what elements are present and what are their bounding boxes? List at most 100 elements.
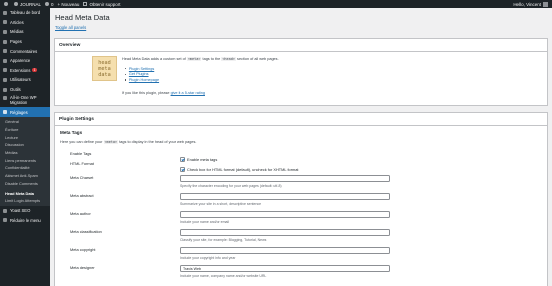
- submenu-item-permalinks[interactable]: Liens permanents: [0, 156, 50, 164]
- main-content: Head Meta Data Toggle all panels Overvie…: [50, 8, 552, 286]
- meta-charset-input[interactable]: [180, 175, 390, 182]
- sidebar-item-media[interactable]: Médias: [0, 27, 50, 37]
- wrench-icon: [3, 87, 7, 92]
- site-name: JOURNAL: [20, 1, 42, 7]
- sidebar-item-collapse[interactable]: Réduire le menu: [0, 215, 50, 225]
- list-item: Plugin Homepage: [125, 77, 159, 83]
- settings-panel-header[interactable]: Plugin Settings: [55, 113, 547, 126]
- setting-label: Meta abstract: [70, 193, 94, 198]
- account-menu[interactable]: Hello, Vincent: [513, 1, 548, 7]
- meta-designer-field: Travis Web Include your name, company na…: [180, 265, 390, 278]
- yoast-icon: [3, 208, 7, 213]
- plugin-homepage-link[interactable]: Plugin Homepage: [129, 78, 159, 82]
- settings-submenu: Général Écriture Lecture Discussion Médi…: [0, 116, 50, 206]
- submenu-item-media[interactable]: Médias: [0, 149, 50, 157]
- rating-text: If you like this plugin, please give it …: [122, 91, 205, 95]
- html-format-text: Check box for HTML format (default), unc…: [187, 167, 299, 173]
- desc-code-meta: <meta>: [186, 57, 202, 61]
- submenu-item-discussion[interactable]: Discussion: [0, 141, 50, 149]
- migration-icon: [3, 96, 7, 101]
- meta-author-input[interactable]: [180, 211, 390, 218]
- overview-panel-header[interactable]: Overview: [55, 39, 547, 52]
- extension-link[interactable]: Obtenir support: [83, 0, 120, 8]
- setting-label: HTML Format: [70, 161, 94, 166]
- desc-text: section of all web pages.: [237, 57, 279, 61]
- setting-label: Enable Tags: [70, 151, 92, 156]
- avatar: [543, 1, 548, 7]
- plugin-settings-panel: Plugin Settings Meta Tags Here you can d…: [54, 112, 548, 286]
- rating-link[interactable]: give it a 5-star rating: [171, 91, 205, 95]
- section-title: Meta Tags: [60, 130, 83, 135]
- setting-label: Meta copyright: [70, 247, 96, 252]
- desc-text: tags to the: [202, 57, 221, 61]
- sidebar-item-appearance[interactable]: Apparence: [0, 56, 50, 66]
- sidebar-item-plugins[interactable]: Extensions 1: [0, 66, 50, 76]
- meta-copyright-input[interactable]: [180, 247, 390, 254]
- submenu-item-head-meta-data[interactable]: Head Meta Data: [0, 189, 50, 197]
- section-desc-text: Here you can define your: [60, 140, 103, 144]
- settings-icon: [3, 110, 7, 115]
- sidebar-item-tools[interactable]: Outils: [0, 85, 50, 95]
- update-count-badge: 1: [32, 68, 37, 73]
- meta-designer-description: Include your name, company name and/or w…: [180, 274, 267, 278]
- extension-label: Obtenir support: [89, 1, 121, 7]
- html-format-checkbox[interactable]: [180, 167, 185, 173]
- users-icon: [3, 77, 7, 82]
- submenu-item-reading[interactable]: Lecture: [0, 133, 50, 141]
- get-plugins-link[interactable]: Get Plugins: [129, 72, 149, 76]
- site-name-link[interactable]: JOURNAL: [14, 0, 41, 8]
- section-description: Here you can define your <meta> tags to …: [60, 140, 196, 144]
- plugin-logo: head meta data: [92, 56, 117, 81]
- logo-line: data: [98, 72, 111, 78]
- sidebar-item-users[interactable]: Utilisateurs: [0, 75, 50, 85]
- overview-heading: Overview: [59, 42, 81, 48]
- section-desc-code: <meta>: [103, 140, 119, 144]
- comments-link[interactable]: 0: [45, 0, 54, 8]
- comments-count: 0: [51, 1, 54, 7]
- settings-heading: Plugin Settings: [59, 116, 94, 122]
- meta-abstract-input[interactable]: [180, 193, 390, 200]
- submenu-item-writing[interactable]: Écriture: [0, 126, 50, 134]
- brush-icon: [3, 58, 7, 63]
- section-desc-text: tags to display in the head of your web …: [119, 140, 197, 144]
- media-icon: [3, 29, 7, 34]
- meta-abstract-field: Summarize your site in a short, descript…: [180, 193, 390, 206]
- new-content-label: + Nouveau: [57, 1, 80, 7]
- sidebar-item-yoast[interactable]: Yoast SEO: [0, 206, 50, 216]
- wordpress-icon: [4, 2, 8, 6]
- meta-charset-description: Specify the character encoding for your …: [180, 184, 282, 188]
- meta-author-field: Include your name and/or email: [180, 211, 390, 224]
- list-item: Plugin Settings: [125, 66, 159, 72]
- meta-author-description: Include your name and/or email: [180, 220, 230, 224]
- meta-abstract-description: Summarize your site in a short, descript…: [180, 202, 262, 206]
- dashboard-icon: [3, 10, 7, 15]
- setting-label: Meta Charset: [70, 175, 94, 180]
- collapse-icon: [3, 218, 7, 223]
- sidebar-item-pages[interactable]: Pages: [0, 37, 50, 47]
- submenu-item-akismet[interactable]: Akismet Anti-Spam: [0, 172, 50, 180]
- submenu-item-privacy[interactable]: Confidentialité: [0, 164, 50, 172]
- setting-label: Meta designer: [70, 265, 95, 270]
- sidebar-item-settings[interactable]: Réglages: [0, 107, 50, 117]
- submenu-item-disable-comments[interactable]: Disable Comments: [0, 179, 50, 189]
- sidebar-item-posts[interactable]: Articles: [0, 18, 50, 28]
- meta-designer-input[interactable]: Travis Web: [180, 265, 390, 272]
- admin-bar: JOURNAL 0 + Nouveau Obtenir support Hell…: [0, 0, 552, 8]
- new-content-link[interactable]: + Nouveau: [58, 0, 80, 8]
- pin-icon: [3, 20, 7, 25]
- sidebar-item-dashboard[interactable]: Tableau de bord: [0, 8, 50, 18]
- submenu-item-general[interactable]: Général: [0, 118, 50, 126]
- wordpress-logo[interactable]: [4, 0, 10, 8]
- meta-classification-input[interactable]: [180, 229, 390, 236]
- overview-panel: Overview head meta data Head Meta Data a…: [54, 38, 548, 106]
- overview-description: Head Meta Data adds a custom set of <met…: [122, 57, 279, 61]
- toggle-panels-link[interactable]: Toggle all panels: [55, 25, 86, 30]
- meta-classification-field: Classify your site, for example: Bloggin…: [180, 229, 390, 242]
- sidebar-item-comments[interactable]: Commentaires: [0, 46, 50, 56]
- setting-label: Meta author: [70, 211, 91, 216]
- extension-icon: [83, 2, 88, 6]
- submenu-item-limit-login[interactable]: Limit Login Attempts: [0, 197, 50, 205]
- overview-links: Plugin Settings Get Plugins Plugin Homep…: [125, 66, 159, 83]
- plugin-settings-link[interactable]: Plugin Settings: [129, 67, 154, 71]
- sidebar-item-migration[interactable]: All-in-One WP Migration: [0, 94, 50, 107]
